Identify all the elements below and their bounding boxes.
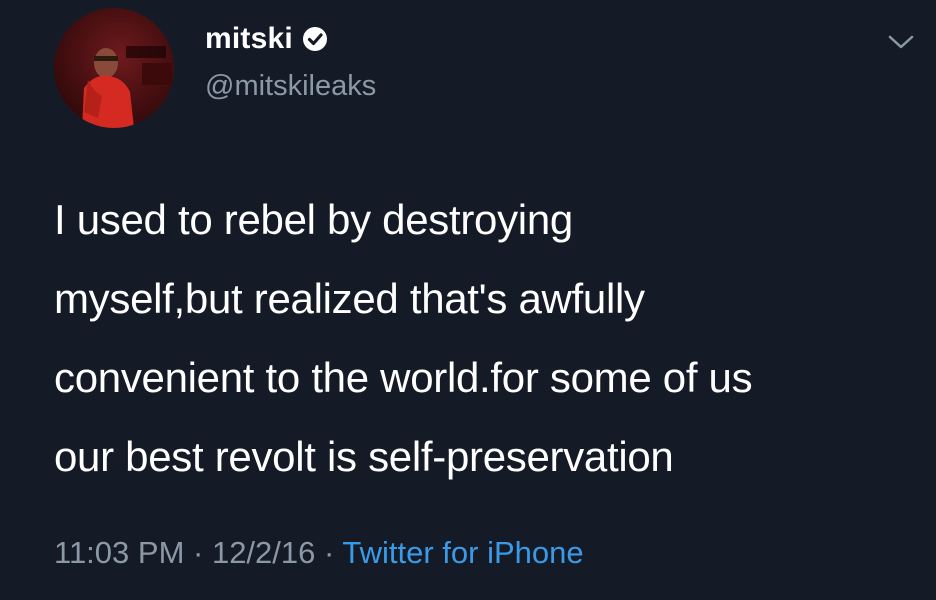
display-name-row[interactable]: mitski: [205, 22, 329, 56]
tweet-text-line: I used to rebel by destroying: [54, 196, 573, 243]
tweet-date[interactable]: 12/2/16: [212, 535, 315, 570]
display-name[interactable]: mitski: [205, 22, 293, 56]
verified-badge-icon: [302, 27, 327, 51]
tweet-source-link[interactable]: Twitter for iPhone: [342, 535, 583, 570]
meta-separator: ·: [184, 535, 212, 570]
chevron-down-icon[interactable]: [886, 32, 916, 52]
user-handle[interactable]: @mitskileaks: [205, 70, 376, 103]
tweet-text-line: convenient to the world.for some of us: [54, 354, 753, 401]
tweet-text-line: our best revolt is self-preservation: [54, 433, 674, 480]
avatar-image: [54, 8, 174, 128]
tweet-header: mitski @mitskileaks: [54, 8, 936, 128]
tweet-meta: 11:03 PM · 12/2/16 · Twitter for iPhone: [54, 535, 584, 571]
avatar[interactable]: [54, 8, 174, 128]
tweet-card: mitski @mitskileaks I used to rebel by d…: [0, 0, 936, 600]
meta-separator: ·: [315, 535, 343, 570]
tweet-text: I used to rebel by destroying myself,but …: [54, 180, 924, 496]
tweet-time[interactable]: 11:03 PM: [54, 535, 184, 570]
tweet-text-line: myself,but realized that's awfully: [54, 275, 645, 322]
